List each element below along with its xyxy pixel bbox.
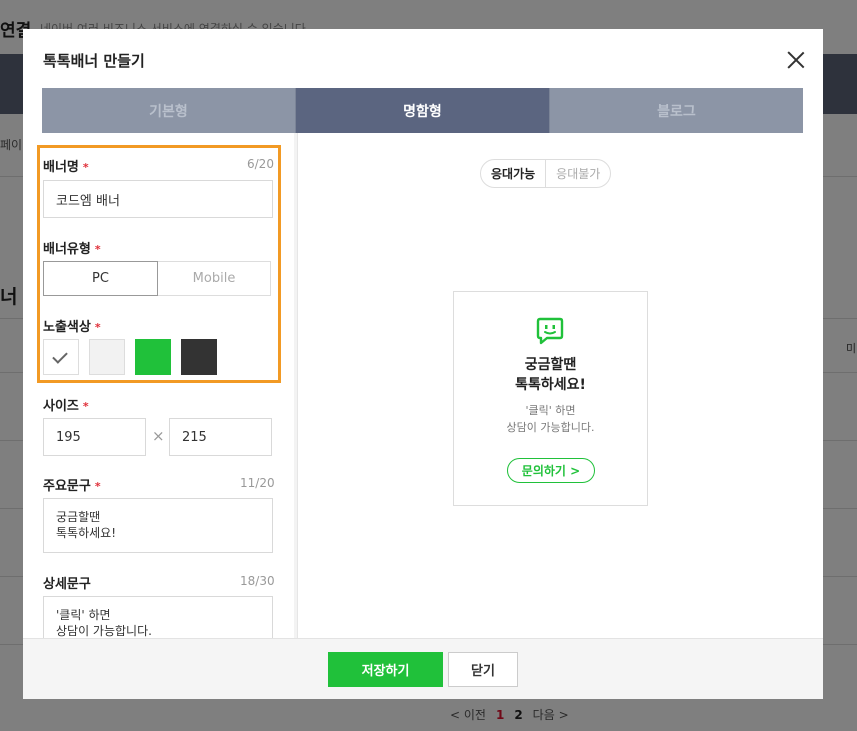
size-width-input[interactable]: 195 bbox=[43, 418, 146, 456]
required-mark: * bbox=[82, 400, 89, 413]
banner-name-input[interactable]: 코드엠 배너 bbox=[43, 180, 273, 218]
tab-blog[interactable]: 블로그 bbox=[550, 88, 803, 133]
close-button[interactable]: 닫기 bbox=[448, 652, 518, 687]
tab-basic[interactable]: 기본형 bbox=[42, 88, 296, 133]
color-swatch-green[interactable] bbox=[135, 339, 171, 375]
banner-main-text: 궁금할땐 톡톡하세요! bbox=[515, 357, 586, 393]
banner-preview: 궁금할땐 톡톡하세요! '클릭' 하면 상담이 가능합니다. 문의하기 > bbox=[453, 291, 648, 506]
banner-sub-text: '클릭' 하면 상담이 가능합니다. bbox=[506, 404, 595, 434]
toggle-unavailable[interactable]: 응대불가 bbox=[546, 160, 610, 187]
modal-footer: 저장하기 닫기 bbox=[23, 638, 823, 699]
inquiry-button[interactable]: 문의하기 > bbox=[507, 458, 595, 483]
size-height-input[interactable]: 215 bbox=[169, 418, 272, 456]
detail-text-textarea[interactable]: '클릭' 하면 상담이 가능합니다. bbox=[43, 596, 273, 638]
detail-text-count: 18/30 bbox=[240, 574, 275, 588]
color-swatch-dark[interactable] bbox=[181, 339, 217, 375]
color-label: 노출색상 * bbox=[43, 320, 101, 335]
banner-type-label: 배너유형 * bbox=[43, 242, 101, 257]
panel-divider bbox=[297, 133, 298, 638]
size-label: 사이즈 * bbox=[43, 399, 89, 414]
toggle-available[interactable]: 응대가능 bbox=[481, 160, 547, 187]
detail-text-label: 상세문구 bbox=[43, 577, 91, 592]
main-text-count: 11/20 bbox=[240, 476, 275, 490]
required-mark: * bbox=[94, 243, 101, 256]
response-status-toggle: 응대가능 응대불가 bbox=[480, 159, 612, 188]
banner-type-pc[interactable]: PC bbox=[43, 261, 158, 296]
size-separator: × bbox=[152, 427, 165, 445]
main-text-label: 주요문구 * bbox=[43, 479, 101, 494]
color-swatch-light-gray[interactable] bbox=[89, 339, 125, 375]
check-icon bbox=[52, 348, 68, 364]
banner-modal: 톡톡배너 만들기 기본형 명함형 블로그 배너명 * 6/20 코드엠 배너 배너… bbox=[23, 29, 823, 699]
modal-title: 톡톡배너 만들기 bbox=[43, 52, 145, 70]
required-mark: * bbox=[94, 480, 101, 493]
save-button[interactable]: 저장하기 bbox=[328, 652, 443, 687]
banner-name-label: 배너명 * bbox=[43, 160, 89, 175]
banner-type-mobile[interactable]: Mobile bbox=[158, 261, 271, 296]
required-mark: * bbox=[82, 161, 89, 174]
banner-name-count: 6/20 bbox=[247, 157, 274, 171]
form-panel[interactable]: 배너명 * 6/20 코드엠 배너 배너유형 * PC Mobile 노출색상 * 사… bbox=[23, 133, 297, 638]
close-icon[interactable] bbox=[787, 51, 805, 69]
required-mark: * bbox=[94, 321, 101, 334]
banner-type-selector: PC Mobile bbox=[43, 261, 271, 296]
banner-type-tabs: 기본형 명함형 블로그 bbox=[42, 88, 803, 133]
talktalk-icon bbox=[536, 317, 564, 345]
main-text-textarea[interactable]: 궁금할땐 톡톡하세요! bbox=[43, 498, 273, 553]
color-swatch-white[interactable] bbox=[43, 339, 79, 375]
tab-business-card[interactable]: 명함형 bbox=[296, 88, 550, 133]
